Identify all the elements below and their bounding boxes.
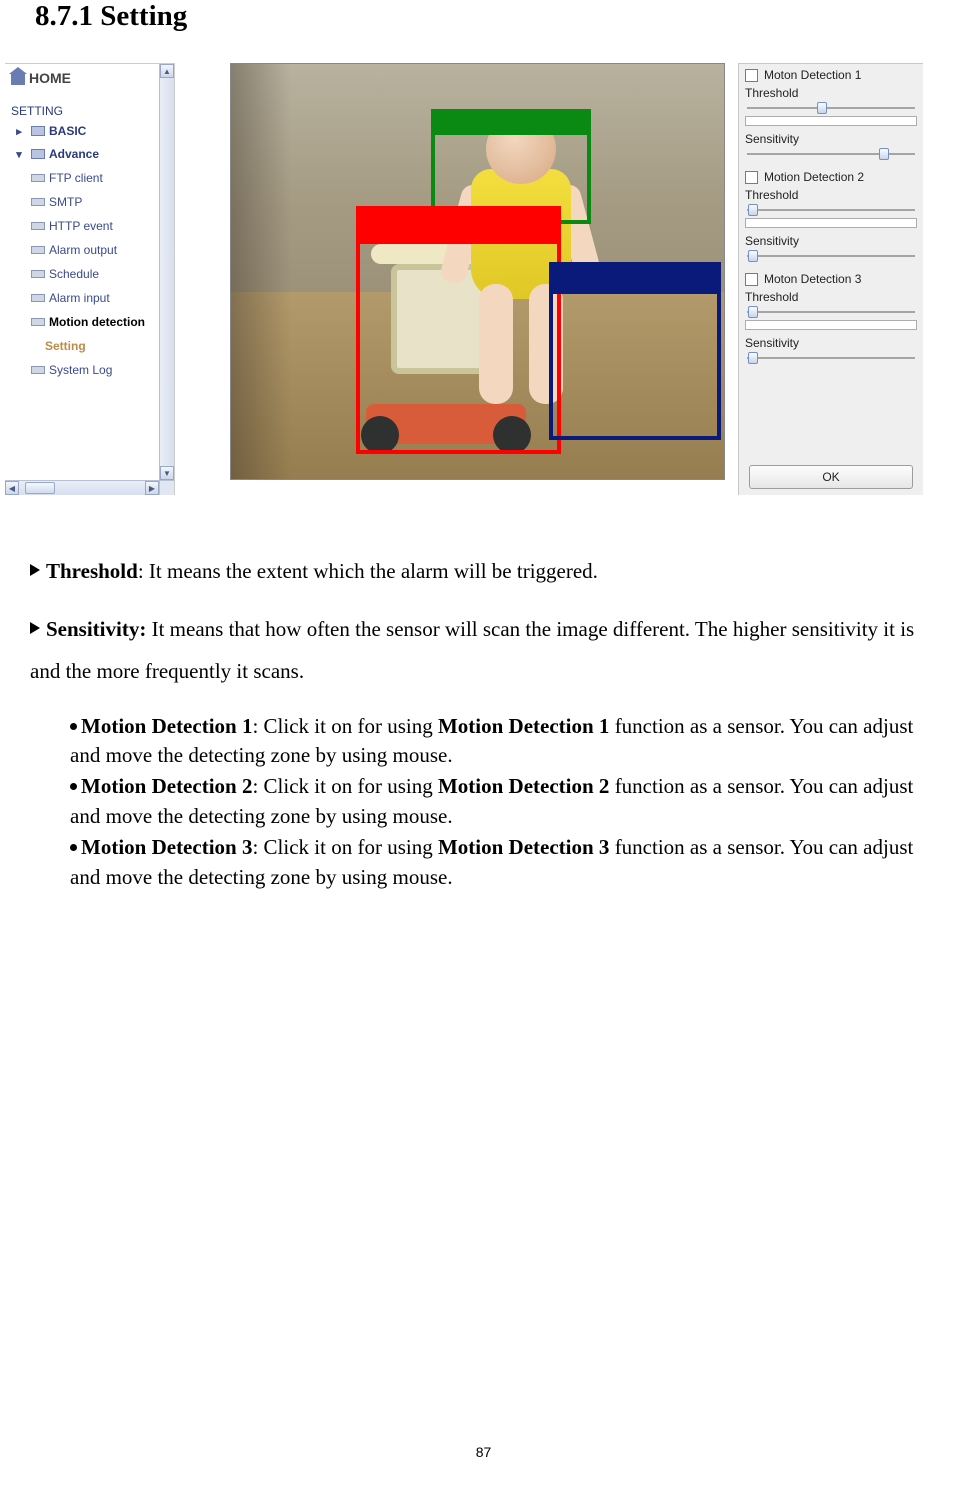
folder-icon bbox=[31, 149, 45, 159]
bullet-triangle-icon bbox=[30, 622, 40, 634]
nav-basic[interactable]: ▸ BASIC bbox=[5, 120, 159, 143]
md3-sensitivity-label: Sensitivity bbox=[745, 336, 917, 350]
scroll-thumb[interactable] bbox=[25, 482, 55, 494]
md3-checkbox[interactable] bbox=[745, 273, 758, 286]
md3-title: Moton Detection 3 bbox=[764, 272, 861, 286]
md1-threshold-bar bbox=[745, 116, 917, 126]
nav-tree: HOME SETTING ▸ BASIC ▾ Advance FTP clien… bbox=[5, 63, 175, 495]
nav-home[interactable]: HOME bbox=[5, 64, 159, 91]
camera-preview[interactable] bbox=[230, 63, 725, 480]
nav-motion[interactable]: Motion detection bbox=[5, 310, 159, 334]
bullet-triangle-icon bbox=[30, 564, 40, 576]
item-icon bbox=[31, 198, 45, 206]
md2-sensitivity-label: Sensitivity bbox=[745, 234, 917, 248]
md1-threshold-slider[interactable] bbox=[745, 102, 917, 114]
scroll-corner bbox=[159, 480, 174, 495]
threshold-term: Threshold bbox=[46, 559, 138, 583]
md2-threshold-bar bbox=[745, 218, 917, 228]
nav-motion-setting[interactable]: Setting bbox=[5, 334, 159, 358]
md3-threshold-label: Threshold bbox=[745, 290, 917, 304]
scroll-left-icon[interactable]: ◀ bbox=[5, 481, 19, 495]
collapse-icon: ▾ bbox=[11, 147, 27, 161]
md2-threshold-slider[interactable] bbox=[745, 204, 917, 216]
nav-http[interactable]: HTTP event bbox=[5, 214, 159, 238]
md2-checkbox[interactable] bbox=[745, 171, 758, 184]
nav-advance[interactable]: ▾ Advance bbox=[5, 143, 159, 166]
sensitivity-paragraph: Sensitivity: It means that how often the… bbox=[30, 608, 937, 692]
page-number: 87 bbox=[0, 1444, 967, 1460]
item-icon bbox=[31, 246, 45, 254]
item-icon bbox=[31, 318, 45, 326]
md3-threshold-slider[interactable] bbox=[745, 306, 917, 318]
home-icon bbox=[11, 73, 25, 85]
item-icon bbox=[31, 222, 45, 230]
motion-detection-list: Motion Detection 1: Click it on for usin… bbox=[70, 712, 937, 892]
bullet-dot-icon bbox=[70, 844, 77, 851]
bullet-dot-icon bbox=[70, 723, 77, 730]
md3-item: Motion Detection 3: Click it on for usin… bbox=[70, 833, 937, 892]
item-icon bbox=[31, 294, 45, 302]
vertical-scrollbar[interactable]: ▲ ▼ bbox=[159, 64, 174, 480]
md-group-3: Moton Detection 3 Threshold Sensitivity bbox=[745, 272, 917, 364]
item-icon bbox=[31, 366, 45, 374]
threshold-desc: : It means the extent which the alarm wi… bbox=[138, 559, 598, 583]
sensitivity-desc: It means that how often the sensor will … bbox=[30, 617, 914, 683]
md2-item: Motion Detection 2: Click it on for usin… bbox=[70, 772, 937, 831]
md2-title: Motion Detection 2 bbox=[764, 170, 864, 184]
nav-basic-label: BASIC bbox=[49, 124, 86, 138]
nav-alarmin[interactable]: Alarm input bbox=[5, 286, 159, 310]
md-group-1: Moton Detection 1 Threshold Sensitivity bbox=[745, 68, 917, 160]
nav-ftp[interactable]: FTP client bbox=[5, 166, 159, 190]
md3-sensitivity-slider[interactable] bbox=[745, 352, 917, 364]
md3-threshold-bar bbox=[745, 320, 917, 330]
nav-alarmout[interactable]: Alarm output bbox=[5, 238, 159, 262]
item-icon bbox=[31, 174, 45, 182]
motion-zone-2[interactable] bbox=[356, 206, 561, 454]
folder-icon bbox=[31, 126, 45, 136]
sensitivity-term: Sensitivity: bbox=[46, 617, 146, 641]
nav-smtp[interactable]: SMTP bbox=[5, 190, 159, 214]
scroll-right-icon[interactable]: ▶ bbox=[145, 481, 159, 495]
nav-home-label: HOME bbox=[29, 70, 71, 86]
expand-icon: ▸ bbox=[11, 124, 27, 138]
nav-schedule[interactable]: Schedule bbox=[5, 262, 159, 286]
md2-sensitivity-slider[interactable] bbox=[745, 250, 917, 262]
md1-checkbox[interactable] bbox=[745, 69, 758, 82]
item-icon bbox=[31, 270, 45, 278]
scroll-up-icon[interactable]: ▲ bbox=[160, 64, 174, 78]
md1-title: Moton Detection 1 bbox=[764, 68, 861, 82]
body-text: Threshold: It means the extent which the… bbox=[30, 555, 937, 892]
scroll-down-icon[interactable]: ▼ bbox=[160, 466, 174, 480]
bullet-dot-icon bbox=[70, 783, 77, 790]
section-heading: 8.7.1 Setting bbox=[35, 0, 937, 33]
nav-syslog[interactable]: System Log bbox=[5, 358, 159, 382]
nav-advance-label: Advance bbox=[49, 147, 99, 161]
threshold-paragraph: Threshold: It means the extent which the… bbox=[30, 555, 937, 588]
md2-threshold-label: Threshold bbox=[745, 188, 917, 202]
md1-sensitivity-label: Sensitivity bbox=[745, 132, 917, 146]
md-group-2: Motion Detection 2 Threshold Sensitivity bbox=[745, 170, 917, 262]
motion-settings-panel: Moton Detection 1 Threshold Sensitivity … bbox=[738, 63, 923, 495]
md1-threshold-label: Threshold bbox=[745, 86, 917, 100]
horizontal-scrollbar[interactable]: ◀ ▶ bbox=[5, 480, 159, 495]
ok-button[interactable]: OK bbox=[749, 465, 913, 489]
nav-section-setting: SETTING bbox=[5, 99, 159, 120]
screenshot-region: HOME SETTING ▸ BASIC ▾ Advance FTP clien… bbox=[5, 63, 923, 495]
motion-zone-3[interactable] bbox=[549, 262, 721, 440]
md1-item: Motion Detection 1: Click it on for usin… bbox=[70, 712, 937, 771]
md1-sensitivity-slider[interactable] bbox=[745, 148, 917, 160]
